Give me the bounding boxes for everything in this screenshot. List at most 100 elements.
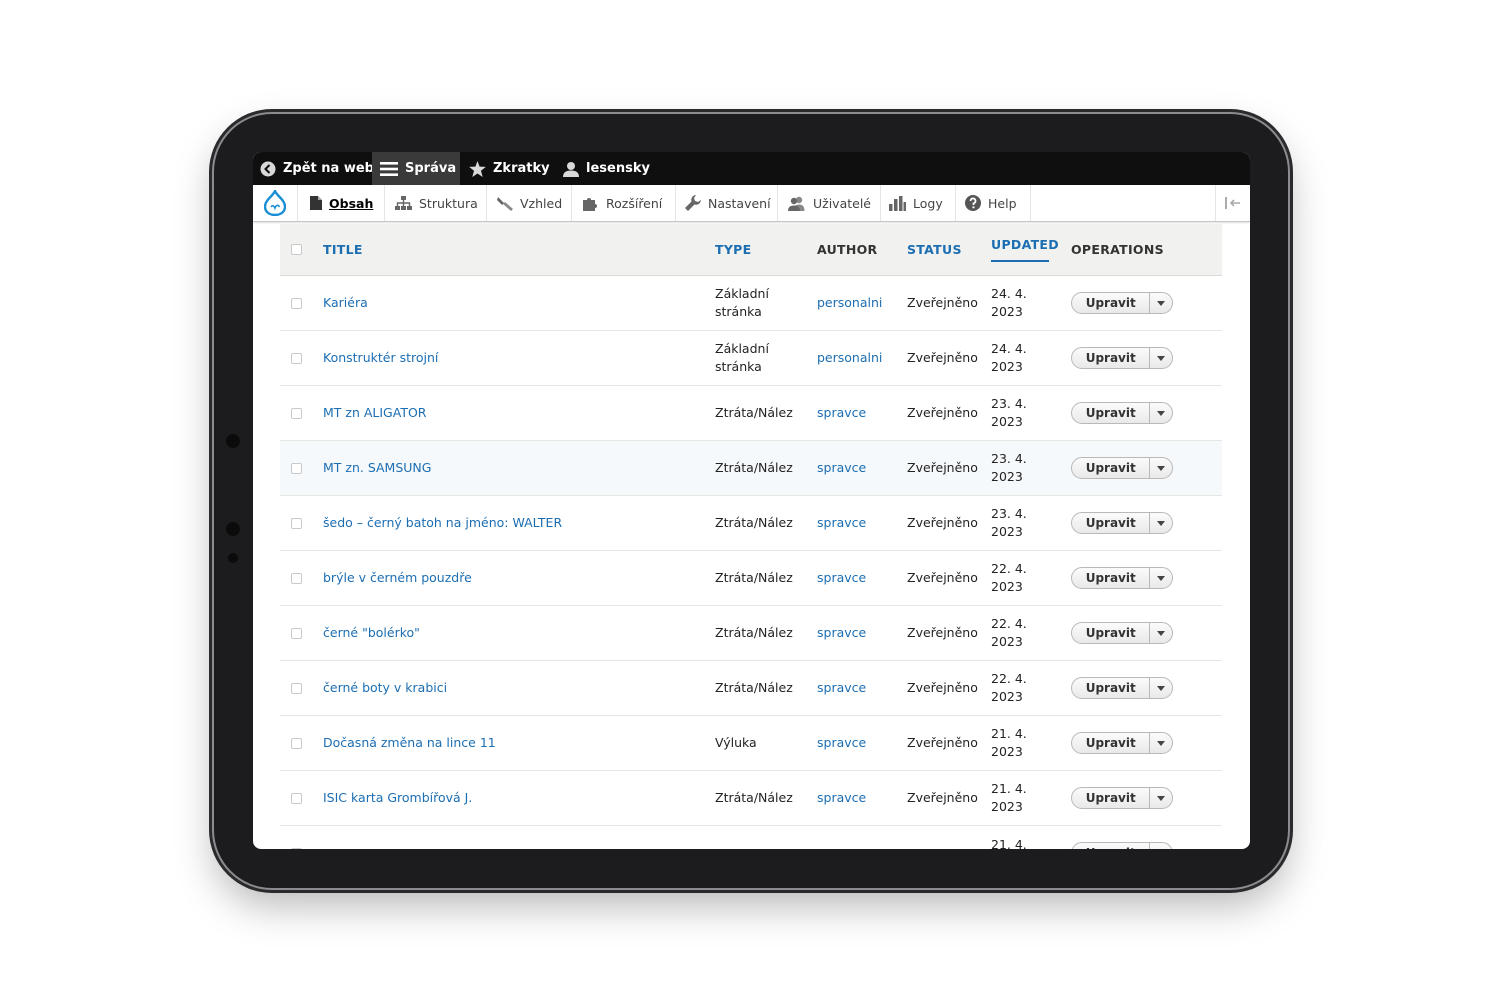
row-title-link[interactable]: Konstruktér strojní	[323, 331, 438, 385]
tray-item-extend[interactable]: Rozšíření	[572, 185, 676, 221]
row-title-link[interactable]: šedo – černý batoh na jméno: WALTER	[323, 496, 562, 550]
row-status: Zveřejněno	[907, 735, 978, 750]
row-checkbox[interactable]	[291, 298, 302, 309]
row-type: Základní stránka	[715, 341, 769, 374]
table-header: TITLE TYPE AUTHOR STATUS UPDATED OPERATI…	[280, 224, 1222, 276]
row-author-link[interactable]: personalni	[817, 331, 882, 385]
tray-orientation-toggle[interactable]	[1215, 185, 1250, 221]
row-title-link[interactable]: brýle v černém pouzdře	[323, 551, 472, 605]
operations-toggle[interactable]	[1150, 623, 1172, 643]
table-row: brýle v černém pouzdře Ztráta/Nález spravc…	[280, 551, 1222, 606]
row-author-link[interactable]: spravce	[817, 661, 866, 715]
edit-button[interactable]: Upravit	[1072, 568, 1151, 588]
row-title-link[interactable]: černé boty v krabici	[323, 661, 447, 715]
row-author-link[interactable]: spravce	[817, 496, 866, 550]
edit-button[interactable]: Upravit	[1072, 733, 1151, 753]
operations-toggle[interactable]	[1150, 458, 1172, 478]
row-type: Ztráta/Nález	[715, 625, 793, 640]
operations-toggle[interactable]	[1150, 843, 1172, 849]
operations-dropbutton: Upravit	[1071, 292, 1173, 314]
column-header-status[interactable]: STATUS	[907, 224, 962, 275]
row-status: Zveřejněno	[907, 625, 978, 640]
edit-button[interactable]: Upravit	[1072, 843, 1151, 849]
operations-toggle[interactable]	[1150, 733, 1172, 753]
help-icon	[965, 195, 981, 211]
edit-button[interactable]: Upravit	[1072, 513, 1151, 533]
caret-down-icon	[1157, 740, 1166, 746]
edit-button[interactable]: Upravit	[1072, 788, 1151, 808]
camera-dot	[226, 522, 240, 536]
edit-button[interactable]: Upravit	[1072, 678, 1151, 698]
tray-item-structure[interactable]: Struktura	[385, 185, 487, 221]
row-checkbox[interactable]	[291, 793, 302, 804]
edit-button[interactable]: Upravit	[1072, 458, 1151, 478]
row-title-link[interactable]: MT zn. SAMSUNG	[323, 441, 431, 495]
user-tab[interactable]: lesensky	[563, 152, 650, 185]
row-checkbox[interactable]	[291, 848, 302, 849]
row-author-link[interactable]: spravce	[817, 771, 866, 825]
select-all-checkbox[interactable]	[291, 244, 302, 255]
row-status: Zveřejněno	[907, 295, 978, 310]
row-title-link[interactable]: Dočasná změna na lince 11	[323, 716, 496, 770]
row-updated: 22. 4. 2023	[991, 561, 1027, 594]
row-author-link[interactable]: spravce	[817, 441, 866, 495]
caret-down-icon	[1157, 465, 1166, 471]
operations-toggle[interactable]	[1150, 788, 1172, 808]
row-checkbox[interactable]	[291, 518, 302, 529]
operations-toggle[interactable]	[1150, 403, 1172, 423]
tray-item-appearance[interactable]: Vzhled	[487, 185, 572, 221]
manage-label: Správa	[405, 161, 457, 176]
drupal-logo[interactable]	[253, 185, 298, 221]
row-author-link[interactable]: spravce	[817, 386, 866, 440]
tray-item-configuration[interactable]: Nastavení	[676, 185, 778, 221]
operations-dropbutton: Upravit	[1071, 457, 1173, 479]
table-row: MT zn. SAMSUNG Ztráta/Nález spravce Zveřejn…	[280, 441, 1222, 496]
row-checkbox[interactable]	[291, 683, 302, 694]
row-checkbox[interactable]	[291, 408, 302, 419]
row-title-link[interactable]: MT zn ALIGATOR	[323, 386, 426, 440]
column-header-title[interactable]: TITLE	[323, 224, 363, 275]
operations-toggle[interactable]	[1150, 678, 1172, 698]
row-author-link[interactable]: spravce	[817, 606, 866, 660]
edit-button[interactable]: Upravit	[1072, 403, 1151, 423]
caret-down-icon	[1157, 410, 1166, 416]
row-updated: 21. 4.	[991, 837, 1027, 849]
tray-item-reports[interactable]: Logy	[881, 185, 956, 221]
tray-item-help[interactable]: Help	[956, 185, 1031, 221]
edit-button[interactable]: Upravit	[1072, 623, 1151, 643]
row-checkbox[interactable]	[291, 353, 302, 364]
row-title-link[interactable]: černé "bolérko"	[323, 606, 420, 660]
operations-dropbutton: Upravit	[1071, 677, 1173, 699]
row-title-link[interactable]: ISIC karta Grombířová J.	[323, 771, 472, 825]
operations-dropbutton: Upravit	[1071, 402, 1173, 424]
bar-chart-icon	[889, 195, 906, 211]
row-author-link[interactable]: spravce	[817, 716, 866, 770]
row-title-link[interactable]: Kariéra	[323, 276, 368, 330]
tray-item-label: Struktura	[419, 195, 478, 211]
shortcuts-tab[interactable]: Zkratky	[469, 152, 550, 185]
column-header-type[interactable]: TYPE	[715, 224, 751, 275]
row-type: Ztráta/Nález	[715, 570, 793, 585]
drupal-drop-icon	[264, 190, 286, 216]
row-updated: 22. 4. 2023	[991, 671, 1027, 704]
document-icon	[310, 196, 322, 210]
operations-toggle[interactable]	[1150, 568, 1172, 588]
row-checkbox[interactable]	[291, 628, 302, 639]
operations-toggle[interactable]	[1150, 293, 1172, 313]
row-author-link[interactable]: personalni	[817, 276, 882, 330]
row-checkbox[interactable]	[291, 463, 302, 474]
tray-item-people[interactable]: Uživatelé	[778, 185, 881, 221]
row-author-link[interactable]: spravce	[817, 551, 866, 605]
operations-toggle[interactable]	[1150, 348, 1172, 368]
edit-button[interactable]: Upravit	[1072, 348, 1151, 368]
tray-item-content[interactable]: Obsah	[297, 185, 385, 221]
edit-button[interactable]: Upravit	[1072, 293, 1151, 313]
operations-toggle[interactable]	[1150, 513, 1172, 533]
column-header-updated[interactable]: UPDATED	[991, 224, 1059, 264]
back-to-site-link[interactable]: Zpět na web	[260, 152, 374, 185]
manage-tab[interactable]: Správa	[372, 152, 460, 185]
row-checkbox[interactable]	[291, 738, 302, 749]
caret-down-icon	[1157, 630, 1166, 636]
row-checkbox[interactable]	[291, 573, 302, 584]
admin-toolbar: Zpět na web Správa Zkratky lesensky	[253, 152, 1250, 185]
